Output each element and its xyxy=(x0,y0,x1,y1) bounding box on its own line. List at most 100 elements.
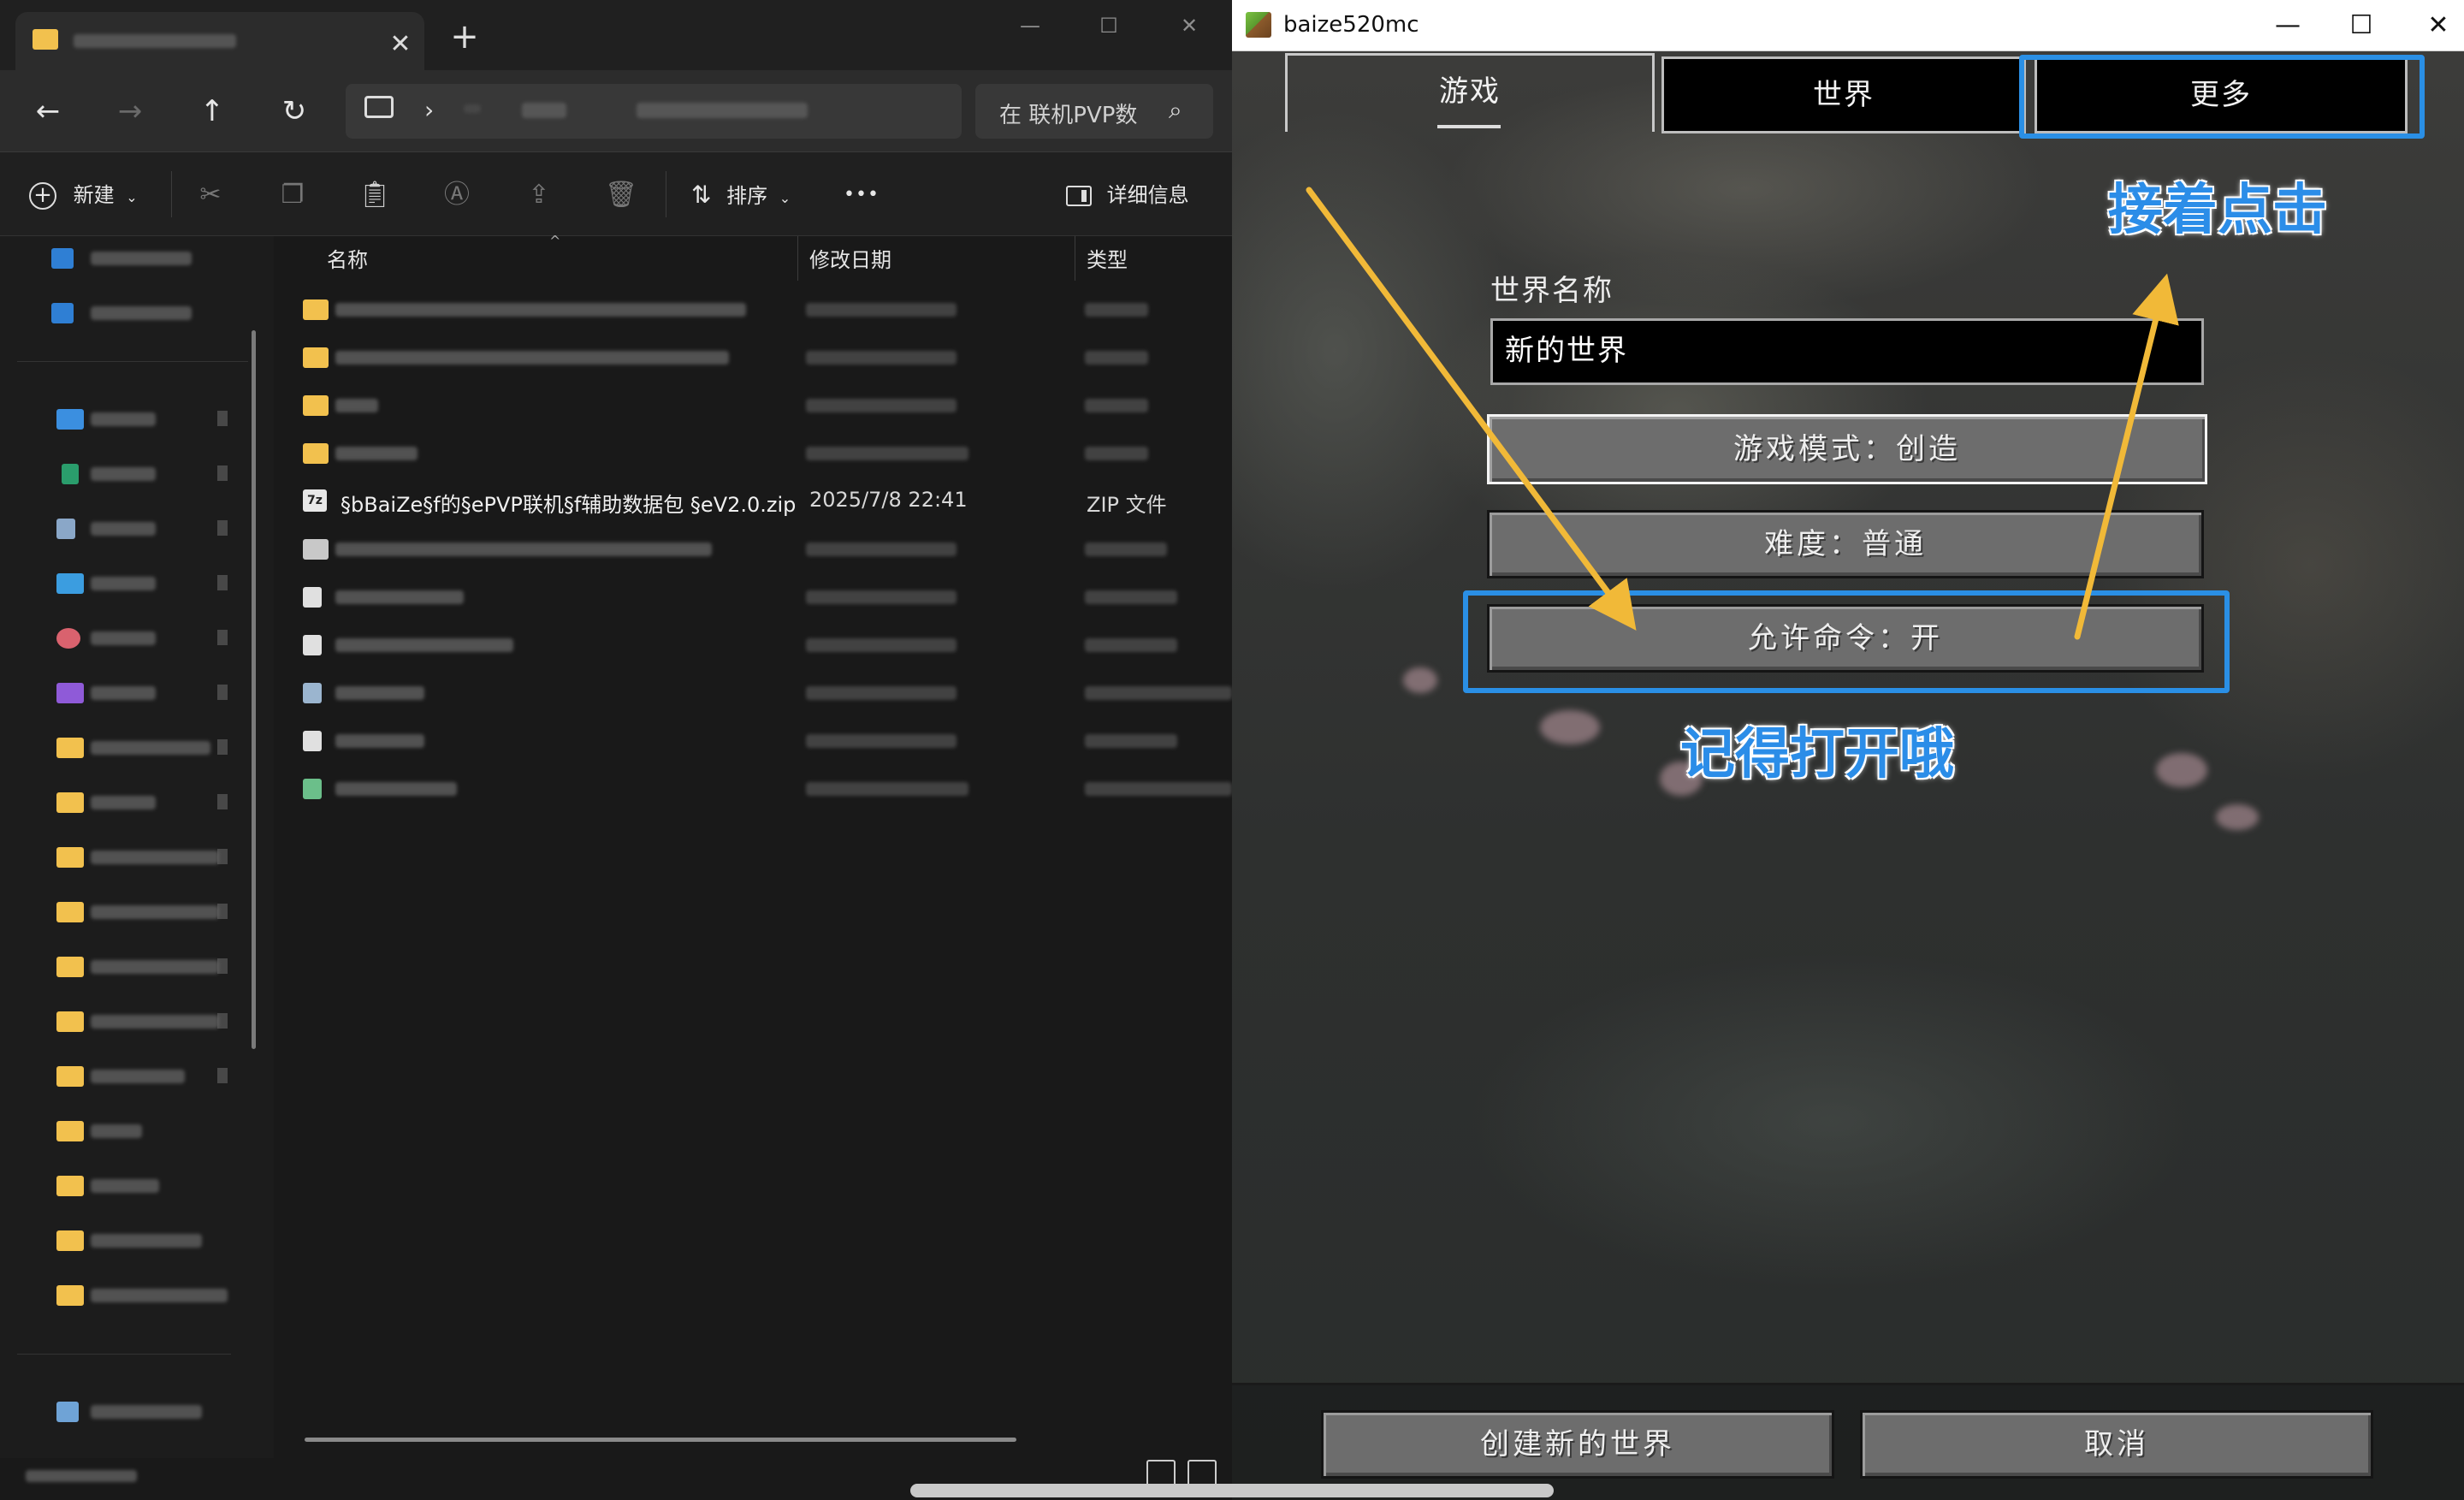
new-tab-button[interactable]: + xyxy=(447,19,483,55)
rename-icon[interactable]: Ⓐ xyxy=(440,178,474,212)
highlight-box-more-tab xyxy=(2019,55,2425,139)
file-row[interactable] xyxy=(303,621,1232,669)
minimize-button[interactable]: — xyxy=(1004,9,1056,43)
cancel-button[interactable]: 取消 xyxy=(1860,1410,2373,1479)
pin-icon xyxy=(217,411,228,426)
search-input[interactable]: 在 联机PVP数 ⌕ xyxy=(975,84,1213,139)
refresh-button[interactable]: ↻ xyxy=(272,89,317,133)
up-button[interactable]: ↑ xyxy=(190,89,234,133)
pictures-icon xyxy=(56,573,84,594)
image-file-icon xyxy=(303,731,322,751)
sort-button[interactable]: ⇅ 排序 ⌄ xyxy=(691,178,791,212)
tab-world[interactable]: 世界 xyxy=(1661,56,2026,133)
minimize-button[interactable]: — xyxy=(2262,7,2313,44)
game-mode-button[interactable]: 游戏模式：创造 xyxy=(1487,414,2207,484)
folder-icon xyxy=(56,902,84,922)
sort-button-label: 排序 xyxy=(726,184,768,208)
close-window-button[interactable]: ✕ xyxy=(2413,7,2464,44)
cloud-icon xyxy=(51,303,74,323)
pin-icon xyxy=(217,1068,228,1083)
file-row[interactable] xyxy=(303,765,1232,813)
folder-icon xyxy=(56,847,84,868)
file-row[interactable] xyxy=(303,573,1232,621)
more-options-button[interactable]: ••• xyxy=(844,178,880,212)
paste-icon[interactable]: 📋︎ xyxy=(358,178,392,212)
zip-archive-icon: 7z xyxy=(303,489,327,512)
explorer-tab[interactable]: ✕ xyxy=(15,12,424,70)
file-icon xyxy=(303,779,322,799)
close-window-button[interactable]: ✕ xyxy=(1164,9,1215,43)
redacted-path-segment xyxy=(464,104,481,113)
share-icon[interactable]: ⇪ xyxy=(522,178,556,212)
screen-horizontal-scrollbar[interactable] xyxy=(910,1484,1554,1497)
delete-icon[interactable]: 🗑︎ xyxy=(604,178,638,212)
plus-circle-icon: + xyxy=(29,182,56,210)
pin-icon xyxy=(217,904,228,919)
nav-divider xyxy=(17,361,248,362)
difficulty-button[interactable]: 难度：普通 xyxy=(1487,510,2204,578)
file-explorer-window: ✕ + — ☐ ✕ ← → ↑ ↻ › 在 联机PVP数 ⌕ + 新建 ⌄ ✂ … xyxy=(0,0,1232,1500)
maximize-button[interactable]: ☐ xyxy=(2336,7,2387,44)
file-row[interactable] xyxy=(303,525,1232,573)
folder-icon xyxy=(33,29,58,50)
folder-icon xyxy=(303,347,329,368)
file-modified: 2025/7/8 22:41 xyxy=(809,488,968,512)
copy-icon[interactable]: ❐ xyxy=(275,178,310,212)
tab-game[interactable]: 游戏 xyxy=(1285,53,1655,132)
window-title: baize520mc xyxy=(1283,12,1419,38)
address-box[interactable]: › xyxy=(346,84,962,139)
world-name-label: 世界名称 xyxy=(1490,274,1614,308)
this-pc-icon xyxy=(364,96,394,118)
cherry-blossom-decoration xyxy=(2156,753,2207,787)
chevron-down-icon: ⌄ xyxy=(126,189,138,205)
cherry-blossom-decoration xyxy=(1403,667,1437,693)
folder-icon xyxy=(303,395,329,416)
folder-icon xyxy=(303,443,329,464)
folder-icon xyxy=(56,792,84,813)
navigation-scrollbar[interactable] xyxy=(252,330,256,1049)
new-button[interactable]: + 新建 ⌄ xyxy=(29,178,138,212)
back-button[interactable]: ← xyxy=(26,89,70,133)
world-name-input[interactable]: 新的世界 xyxy=(1490,318,2204,385)
file-icon xyxy=(303,683,322,703)
close-tab-button[interactable]: ✕ xyxy=(383,27,418,62)
folder-icon xyxy=(56,1285,84,1306)
file-row[interactable] xyxy=(303,334,1232,382)
pin-icon xyxy=(217,575,228,590)
cut-icon[interactable]: ✂ xyxy=(193,178,228,212)
redacted-path-segment xyxy=(522,103,566,118)
file-row[interactable] xyxy=(303,382,1232,430)
toolbar-separator xyxy=(171,171,172,217)
column-separator[interactable] xyxy=(797,236,798,281)
annotation-click-next: 接着点击 xyxy=(2108,179,2327,242)
command-bar: + 新建 ⌄ ✂ ❐ 📋︎ Ⓐ ⇪ 🗑︎ ⇅ 排序 ⌄ ••• 详细信息 xyxy=(0,152,1232,236)
forward-button[interactable]: → xyxy=(108,89,152,133)
file-row[interactable] xyxy=(303,717,1232,765)
folder-icon xyxy=(56,738,84,758)
sort-up-icon: ^ xyxy=(549,233,561,249)
file-row-zip[interactable]: 7z §bBaiZe§f的§ePVP联机§f辅助数据包 §eV2.0.zip 2… xyxy=(303,477,1232,525)
horizontal-scrollbar[interactable] xyxy=(305,1438,1016,1442)
folder-icon xyxy=(56,957,84,977)
file-list: 名称 ^ 修改日期 类型 7z §bBaiZe§f的§ePVP联机§f辅助数据包… xyxy=(274,233,1232,1468)
column-header-type[interactable]: 类型 xyxy=(1087,243,1128,273)
file-row[interactable] xyxy=(303,669,1232,717)
new-button-label: 新建 xyxy=(73,183,115,207)
download-icon xyxy=(62,464,79,484)
explorer-tab-bar: ✕ + — ☐ ✕ xyxy=(0,0,1232,70)
desktop-icon xyxy=(56,409,84,430)
column-header-modified[interactable]: 修改日期 xyxy=(809,243,891,273)
maximize-button[interactable]: ☐ xyxy=(1083,9,1134,43)
pin-icon xyxy=(217,958,228,974)
folder-icon xyxy=(303,299,329,320)
cloud-icon xyxy=(51,248,74,269)
file-icon xyxy=(303,539,329,560)
create-world-button[interactable]: 创建新的世界 xyxy=(1321,1410,1834,1479)
column-header-row: 名称 ^ 修改日期 类型 xyxy=(274,233,1232,281)
image-file-icon xyxy=(303,635,322,655)
file-row[interactable] xyxy=(303,430,1232,477)
highlight-box-allow-commands xyxy=(1463,590,2230,693)
details-pane-button[interactable]: 详细信息 xyxy=(1066,178,1189,212)
file-row[interactable] xyxy=(303,286,1232,334)
column-header-name[interactable]: 名称 xyxy=(327,243,368,273)
